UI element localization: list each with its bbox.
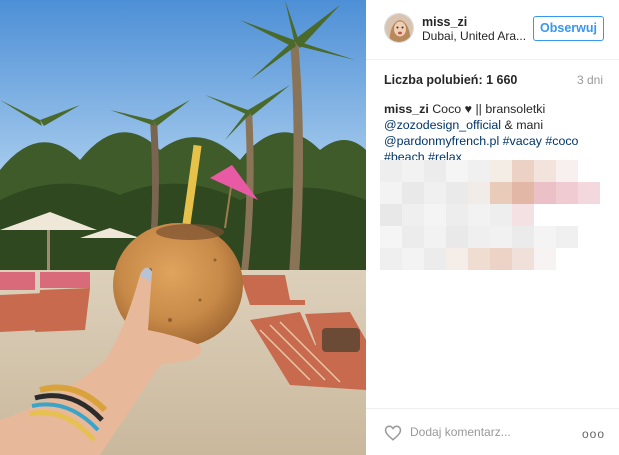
likes-label: Liczba polubień: (384, 73, 483, 87)
caption-username[interactable]: miss_zi (384, 102, 429, 116)
more-options-icon[interactable]: ooo (582, 427, 605, 441)
caption-text: Coco (432, 102, 462, 116)
post-caption: miss_zi Coco ♥ || bransoletki @zozodesig… (384, 101, 606, 165)
caption-mention[interactable]: @pardonmyfrench.pl (384, 134, 499, 148)
likes-number: 1 660 (486, 73, 518, 87)
heart-icon[interactable] (384, 424, 402, 442)
caption-text: || bransoletki (475, 102, 546, 116)
caption-hashtag[interactable]: #coco (545, 134, 578, 148)
caption-text: & mani (504, 118, 544, 132)
caption-mention[interactable]: @zozodesign_official (384, 118, 501, 132)
post-username[interactable]: miss_zi (422, 15, 467, 29)
follow-button[interactable]: Obserwuj (533, 16, 604, 41)
pixelated-comments (380, 160, 606, 272)
post-photo[interactable] (0, 0, 366, 455)
post-side-panel: miss_zi Dubai, United Ara... Obserwuj Li… (366, 0, 619, 455)
avatar[interactable] (384, 13, 414, 43)
caption-heart: ♥ (464, 102, 472, 116)
post-header: miss_zi Dubai, United Ara... Obserwuj (366, 0, 619, 60)
post-location[interactable]: Dubai, United Ara... (422, 29, 526, 43)
caption-hashtag[interactable]: #vacay (503, 134, 542, 148)
photo-scene (0, 0, 366, 455)
post-time[interactable]: 3 dni (577, 73, 603, 87)
post-footer: Dodaj komentarz... ooo (366, 408, 619, 455)
comment-input[interactable]: Dodaj komentarz... (410, 425, 511, 439)
likes-count[interactable]: Liczba polubień: 1 660 (384, 73, 517, 87)
